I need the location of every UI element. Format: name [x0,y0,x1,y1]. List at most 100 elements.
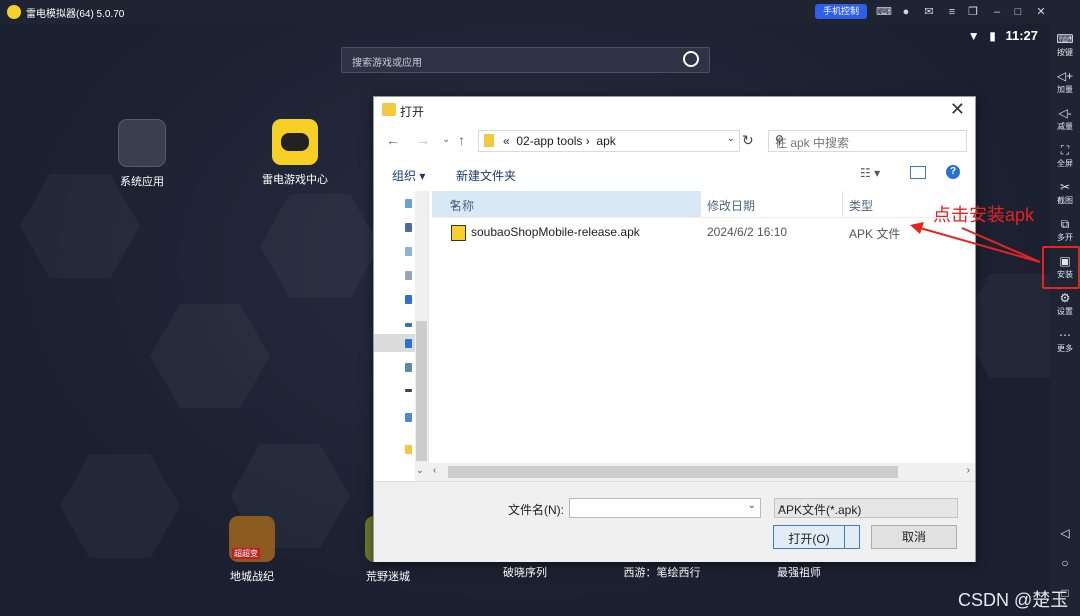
sidebar-item-settings[interactable]: ⚙ 设置 [1050,291,1080,317]
dialog-title-bar: 打开 ✕ [374,97,975,125]
dialog-footer: 文件名(N): ⌄ APK文件(*.apk) ⌄ 打开(O) ▼ 取消 [374,481,975,562]
user-icon[interactable]: ● [899,5,913,19]
help-icon[interactable]: ? [946,165,960,179]
forward-arrow-icon[interactable]: → [416,132,430,148]
back-button[interactable]: ◁ [1050,526,1080,541]
chevron-down-icon[interactable]: ⌄ [748,500,756,511]
open-file-dialog: 打开 ✕ ← → ⌄ ↑ « 02-app tools › apk ⌄ ↻ 在 … [373,96,976,562]
volume-down-icon: ◁- [1058,106,1072,120]
search-icon[interactable] [683,51,699,67]
nav-item-icon[interactable] [405,199,412,208]
address-path: « 02-app tools › apk [503,134,616,148]
minimize-icon[interactable]: – [990,5,1004,19]
dialog-toolbar: 组织 ▾ 新建文件夹 ☷ ▾ ? [374,159,975,187]
restore-icon[interactable]: ❐ [966,5,980,19]
emulator-sidebar: ⌨ 按键 ◁+ 加量 ◁- 减量 ⛶ 全屏 ✂ 截图 ⧉ 多开 ▣ 安装 ⚙ 设置 ⋯ 更多 ◁ … [1050,24,1080,616]
desktop-app-game-center[interactable]: 雷电游戏中心 [260,119,330,187]
maximize-icon[interactable]: □ [1011,5,1025,19]
file-name: soubaoShopMobile-release.apk [471,225,640,239]
home-button[interactable]: ○ [1050,556,1080,571]
search-placeholder: 搜索游戏或应用 [352,58,422,69]
view-options-icon[interactable]: ☷ ▾ [860,166,880,180]
nav-item-icon[interactable] [405,413,412,422]
desktop-app-system[interactable]: 系统应用 [107,119,177,189]
sidebar-item-multi[interactable]: ⧉ 多开 [1050,217,1080,243]
nav-item-icon[interactable] [405,271,412,280]
file-row[interactable]: soubaoShopMobile-release.apk 2024/6/2 16… [432,222,957,242]
open-button[interactable]: 打开(O) ▼ [773,525,888,549]
navigation-pane: ⌄ [374,191,429,481]
dock-app[interactable]: 西游：笔绘西行 [612,564,712,580]
phone-control-button[interactable]: 手机控制 [815,4,867,19]
scrollbar-thumb[interactable] [448,466,898,478]
chevron-down-icon[interactable]: ⌄ [416,465,424,476]
nav-item-icon[interactable] [405,389,412,392]
back-icon: ◁ [1060,526,1070,540]
system-apps-icon [118,119,166,167]
clock: 11:27 [1005,28,1038,43]
column-headers: 名称 ^ ⌄ 修改日期 类型 [432,191,975,218]
cancel-button[interactable]: 取消 [871,525,957,549]
volume-up-icon: ◁+ [1056,69,1074,83]
dock-app[interactable]: 破晓序列 [490,564,560,580]
horizontal-scrollbar[interactable]: ‹ › [428,463,975,481]
annotation-text: 点击安装apk [933,205,1035,225]
close-icon[interactable]: ✕ [1034,5,1048,19]
filetype-select[interactable]: APK文件(*.apk) ⌄ [774,498,958,518]
address-bar[interactable]: « 02-app tools › apk ⌄ [478,130,740,152]
chevron-down-icon[interactable]: ⌄ [727,133,735,144]
back-arrow-icon[interactable]: ← [386,132,400,148]
emulator-title-bar: 雷电模拟器(64) 5.0.70 手机控制 ⌨ ● ✉ ≡ ❐ – □ ✕ [0,0,1080,24]
sidebar-item-volume-down[interactable]: ◁- 减量 [1050,106,1080,132]
nav-item-icon[interactable] [405,339,412,348]
search-bar[interactable]: 搜索游戏或应用 [341,47,710,73]
folder-icon [484,134,494,147]
file-date: 2024/6/2 16:10 [707,225,788,239]
column-header-name[interactable]: 名称 ^ ⌄ [432,191,700,217]
dock-badge: 超超变 [232,548,260,559]
file-type: APK 文件 [849,227,901,241]
chevron-down-icon: ⌄ [778,500,787,511]
install-highlight-box [1042,246,1080,289]
gamepad-icon[interactable]: ⌨ [876,5,892,19]
column-header-date[interactable]: 修改日期 [707,197,755,214]
dock-app[interactable]: 最强祖师 [764,564,834,580]
sidebar-item-fullscreen[interactable]: ⛶ 全屏 [1050,143,1080,169]
sidebar-item-more[interactable]: ⋯ 更多 [1050,328,1080,354]
dialog-close-icon[interactable]: ✕ [950,99,965,120]
battery-icon: ▮ [989,29,996,43]
menu-icon[interactable]: ≡ [945,5,959,19]
sidebar-item-keys[interactable]: ⌨ 按键 [1050,32,1080,58]
nav-item-icon[interactable] [405,445,412,454]
mail-icon[interactable]: ✉ [922,5,936,19]
folder-search-input[interactable]: 在 apk 中搜索 ⚲ [768,130,967,152]
fullscreen-icon: ⛶ [1060,143,1070,157]
scissors-icon: ✂ [1059,180,1071,194]
column-header-type[interactable]: 类型 [849,197,873,214]
window-title: 雷电模拟器(64) 5.0.70 [26,9,125,20]
organize-button[interactable]: 组织 ▾ [392,167,425,184]
sidebar-item-screenshot[interactable]: ✂ 截图 [1050,180,1080,206]
wifi-icon: ▼ [967,29,980,43]
filename-input[interactable]: ⌄ [569,498,761,518]
up-arrow-icon[interactable]: ↑ [458,132,465,148]
nav-item-icon[interactable] [405,363,412,372]
nav-item-icon[interactable] [405,223,412,232]
refresh-icon[interactable]: ↻ [742,132,754,149]
chevron-down-icon[interactable]: ⌄ [450,197,460,211]
search-icon: ⚲ [775,133,784,147]
preview-pane-icon[interactable] [910,166,926,179]
nav-scrollbar-thumb[interactable] [416,321,427,461]
scroll-right-icon[interactable]: › [967,465,970,476]
recent-locations-icon[interactable]: ⌄ [442,134,450,145]
scroll-left-icon[interactable]: ‹ [433,465,436,476]
status-bar: ▼ ▮ 11:27 [968,28,1038,43]
filename-label: 文件名(N): [508,503,564,517]
keyboard-icon: ⌨ [1056,32,1074,46]
sidebar-item-volume-up[interactable]: ◁+ 加量 [1050,69,1080,95]
new-folder-button[interactable]: 新建文件夹 [456,167,516,184]
nav-item-icon[interactable] [405,247,412,256]
nav-item-icon[interactable] [405,323,412,327]
multi-instance-icon: ⧉ [1060,217,1070,231]
nav-item-icon[interactable] [405,295,412,304]
